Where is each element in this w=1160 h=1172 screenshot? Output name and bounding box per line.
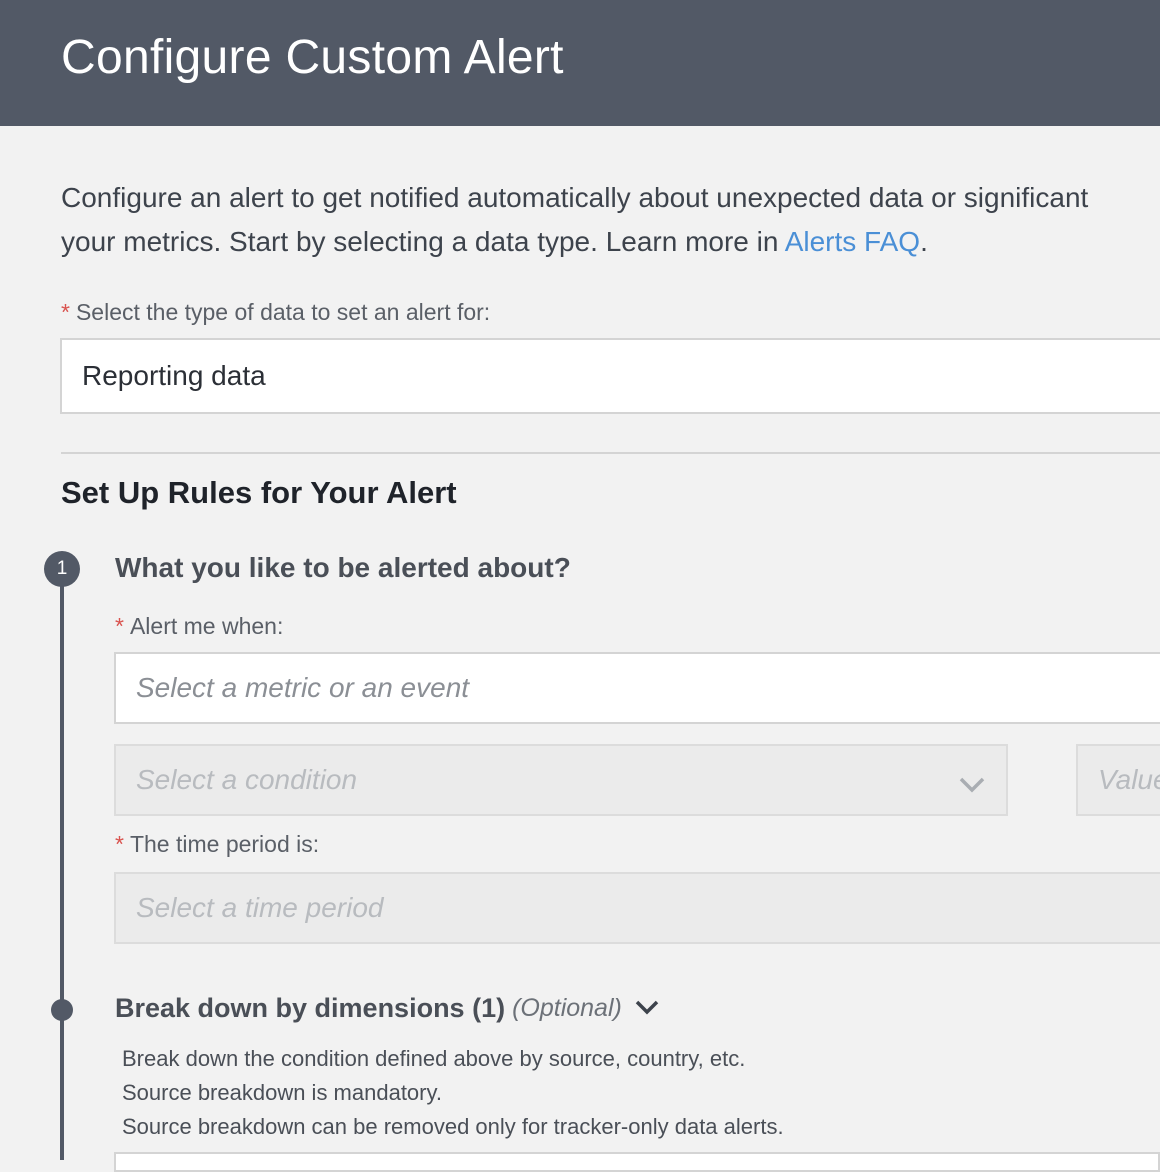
page-header: Configure Custom Alert — [0, 0, 1160, 126]
data-type-label: * Select the type of data to set an alert… — [61, 299, 490, 326]
breakdown-desc-3: Source breakdown can be removed only for… — [122, 1114, 784, 1139]
breakdown-optional: (Optional) — [512, 994, 622, 1022]
timeline-line — [60, 569, 64, 1160]
section-divider — [61, 452, 1160, 454]
alert-me-when-text: Alert me when: — [129, 613, 284, 639]
step-1-title: What you like to be alerted about? — [115, 552, 571, 583]
alert-me-when-label: * Alert me when: — [115, 613, 283, 640]
chevron-down-icon — [958, 770, 986, 802]
breakdown-title: Break down by dimensions (1) — [115, 993, 506, 1023]
breakdown-toggle[interactable]: Break down by dimensions (1) (Optional) — [115, 993, 660, 1024]
intro-line-2: your metrics. Start by selecting a data … — [61, 220, 1160, 264]
intro-line-2-suffix: . — [920, 226, 928, 257]
chevron-down-icon — [634, 993, 660, 1024]
data-type-label-text: Select the type of data to set an alert … — [75, 299, 491, 325]
step-2-dot — [51, 999, 73, 1021]
breakdown-description: Break down the condition defined above b… — [122, 1042, 784, 1144]
intro-text: Configure an alert to get notified autom… — [61, 176, 1160, 264]
time-period-label: * The time period is: — [115, 831, 319, 858]
condition-select[interactable]: Select a condition — [114, 744, 1008, 816]
required-mark: * — [61, 299, 70, 325]
breakdown-desc-2: Source breakdown is mandatory. — [122, 1080, 442, 1105]
alerts-faq-link[interactable]: Alerts FAQ — [785, 226, 920, 257]
condition-placeholder: Select a condition — [136, 764, 358, 795]
metric-event-placeholder: Select a metric or an event — [136, 672, 470, 703]
data-type-select[interactable]: Reporting data — [60, 338, 1160, 414]
value-placeholder: Value — [1098, 764, 1160, 795]
time-period-label-text: The time period is: — [129, 831, 320, 857]
value-input[interactable]: Value — [1076, 744, 1160, 816]
breakdown-desc-1: Break down the condition defined above b… — [122, 1046, 746, 1071]
breakdown-select[interactable] — [114, 1152, 1160, 1172]
step-1-badge: 1 — [44, 551, 80, 587]
metric-event-select[interactable]: Select a metric or an event — [114, 652, 1160, 724]
rules-section-title: Set Up Rules for Your Alert — [61, 475, 457, 510]
required-mark: * — [115, 831, 124, 857]
page-title: Configure Custom Alert — [61, 31, 564, 84]
data-type-value: Reporting data — [82, 360, 266, 391]
intro-line-2-prefix: your metrics. Start by selecting a data … — [61, 226, 785, 257]
intro-line-1: Configure an alert to get notified autom… — [61, 182, 1089, 213]
required-mark: * — [115, 613, 124, 639]
time-period-select[interactable]: Select a time period — [114, 872, 1160, 944]
time-period-placeholder: Select a time period — [136, 892, 384, 923]
